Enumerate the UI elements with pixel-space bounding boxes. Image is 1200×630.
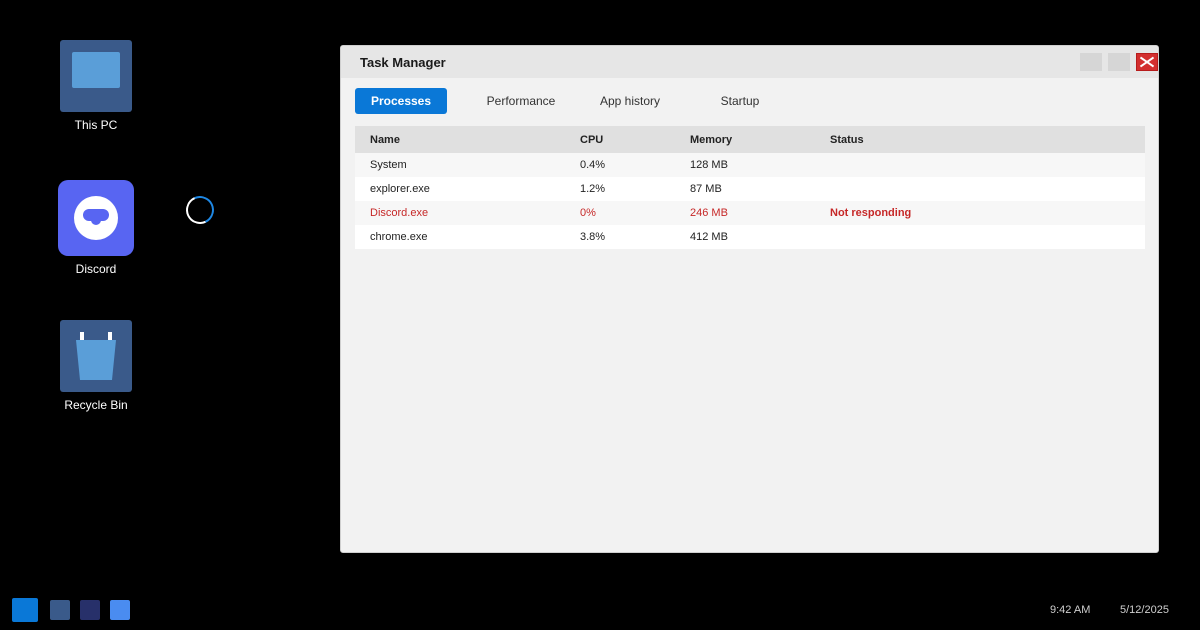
clock-date[interactable]: 5/12/2025 [1120,604,1169,616]
process-memory: 87 MB [690,183,722,195]
process-memory: 246 MB [690,207,728,219]
process-cpu: 0% [580,207,596,219]
monitor-icon [60,40,132,112]
column-header-status[interactable]: Status [830,126,864,153]
process-status: Not responding [830,207,912,219]
window-title: Task Manager [360,55,446,70]
recycle-bin-icon [60,320,132,392]
table-row[interactable]: chrome.exe 3.8% 412 MB [355,225,1145,249]
process-memory: 128 MB [690,159,728,171]
desktop-icon-discord[interactable]: Discord [36,180,156,276]
table-row[interactable]: Discord.exe 0% 246 MB Not responding [355,201,1145,225]
taskbar-app-explorer-icon[interactable] [50,600,70,620]
tab-bar: Processes Performance App history Startu… [355,88,1145,114]
process-name: System [370,159,407,171]
spinner-icon [182,192,218,228]
tab-performance[interactable]: Performance [473,88,569,114]
process-table: Name CPU Memory Status System 0.4% 128 M… [355,126,1145,249]
process-name: chrome.exe [370,231,428,243]
discord-icon [58,180,134,256]
tab-app-history[interactable]: App history [587,88,673,114]
column-header-cpu[interactable]: CPU [580,126,603,153]
desktop-icon-recycle-bin[interactable]: Recycle Bin [36,320,156,412]
close-button[interactable] [1136,53,1158,71]
taskbar-app-discord-icon[interactable] [80,600,100,620]
column-header-name[interactable]: Name [370,126,400,153]
desktop-icon-label: Discord [75,262,117,276]
minimize-button[interactable] [1080,53,1102,71]
table-row[interactable]: explorer.exe 1.2% 87 MB [355,177,1145,201]
title-bar[interactable]: Task Manager [341,46,1158,78]
desktop-icon-label: Recycle Bin [64,398,128,412]
desktop: This PC Discord Recycle Bin Task Manager… [0,0,1200,630]
taskbar-app-browser-icon[interactable] [110,600,130,620]
column-header-memory[interactable]: Memory [690,126,732,153]
process-name: Discord.exe [370,207,429,219]
maximize-button[interactable] [1108,53,1130,71]
process-cpu: 1.2% [580,183,606,195]
start-button[interactable] [12,598,38,622]
table-row[interactable]: System 0.4% 128 MB [355,153,1145,177]
process-name: explorer.exe [370,183,430,195]
clock-time[interactable]: 9:42 AM [1050,604,1090,616]
tab-startup[interactable]: Startup [705,88,775,114]
taskbar: 9:42 AM 5/12/2025 [0,590,1200,630]
table-header: Name CPU Memory Status [355,126,1145,153]
process-cpu: 3.8% [580,231,606,243]
process-cpu: 0.4% [580,159,606,171]
process-memory: 412 MB [690,231,728,243]
desktop-icon-label: This PC [74,118,118,132]
desktop-icon-this-pc[interactable]: This PC [36,40,156,132]
task-manager-window: Task Manager Processes Performance App h… [340,45,1159,553]
tab-processes[interactable]: Processes [355,88,447,114]
